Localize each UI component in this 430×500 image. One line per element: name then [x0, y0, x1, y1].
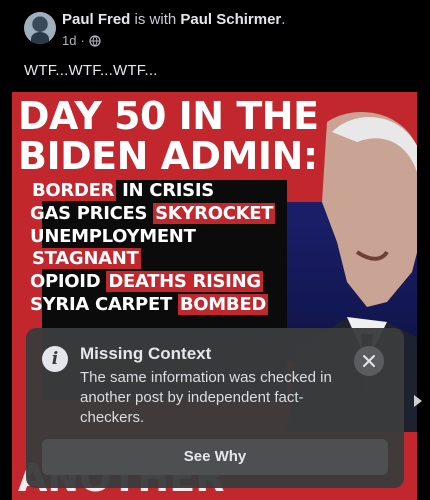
post-time[interactable]: 1d	[62, 33, 76, 48]
headline-line-2: BIDEN ADMIN:	[18, 134, 318, 178]
bullet-text: OPIOID	[30, 271, 107, 292]
bullet-list: ✕ BORDER IN CRISIS ✕ GAS PRICES SKYROCKE…	[16, 180, 296, 317]
headline-line-1: DAY 50 IN THE	[18, 94, 319, 138]
missing-context-overlay: i Missing Context The same information w…	[26, 328, 404, 488]
author-name[interactable]: Paul Fred	[62, 11, 130, 28]
bullet-text: GAS PRICES	[30, 203, 154, 224]
overlay-body: The same information was checked in anot…	[80, 369, 332, 426]
x-mark-icon: ✕	[16, 293, 33, 317]
bullet-item: ✕ BORDER IN CRISIS	[16, 180, 296, 202]
x-mark-icon: ✕	[16, 270, 33, 294]
meta-separator: ·	[80, 33, 85, 48]
close-button[interactable]	[354, 346, 384, 376]
bullet-item: ✕ UNEMPLOYMENT STAGNANT	[16, 226, 296, 270]
next-arrow-icon[interactable]	[414, 395, 422, 407]
close-icon	[363, 355, 375, 367]
bullet-highlight: BOMBED	[177, 294, 268, 315]
bullet-item: ✕ SYRIA CARPET BOMBED	[16, 294, 296, 316]
avatar[interactable]	[24, 12, 56, 44]
post-text: WTF...WTF...WTF...	[24, 62, 158, 79]
x-mark-icon: ✕	[16, 225, 33, 249]
author-line: Paul Fred is with Paul Schirmer.	[62, 11, 285, 28]
bullet-highlight: STAGNANT	[30, 248, 141, 269]
bullet-highlight: SKYROCKET	[153, 203, 276, 224]
overlay-title: Missing Context	[80, 344, 212, 363]
bullet-text: SYRIA CARPET	[30, 294, 178, 315]
image-headline: DAY 50 IN THE BIDEN ADMIN:	[18, 96, 319, 176]
see-why-button[interactable]: See Why	[42, 439, 388, 475]
tagged-person[interactable]: Paul Schirmer	[180, 11, 281, 28]
bullet-text: UNEMPLOYMENT	[30, 226, 196, 247]
with-text: is with	[134, 11, 177, 28]
bullet-item: ✕ OPIOID DEATHS RISING	[16, 271, 296, 293]
period: .	[281, 11, 286, 28]
post-meta: 1d ·	[62, 33, 101, 48]
bullet-item: ✕ GAS PRICES SKYROCKET	[16, 203, 296, 225]
bullet-text: IN CRISIS	[116, 180, 214, 201]
bullet-highlight: DEATHS RISING	[106, 271, 263, 292]
info-icon: i	[42, 346, 68, 372]
post-header: Paul Fred is with Paul Schirmer. 1d · WT…	[0, 0, 430, 90]
bullet-highlight: BORDER	[30, 180, 117, 201]
x-mark-icon: ✕	[16, 179, 33, 203]
globe-icon	[89, 34, 101, 47]
x-mark-icon: ✕	[16, 202, 33, 226]
